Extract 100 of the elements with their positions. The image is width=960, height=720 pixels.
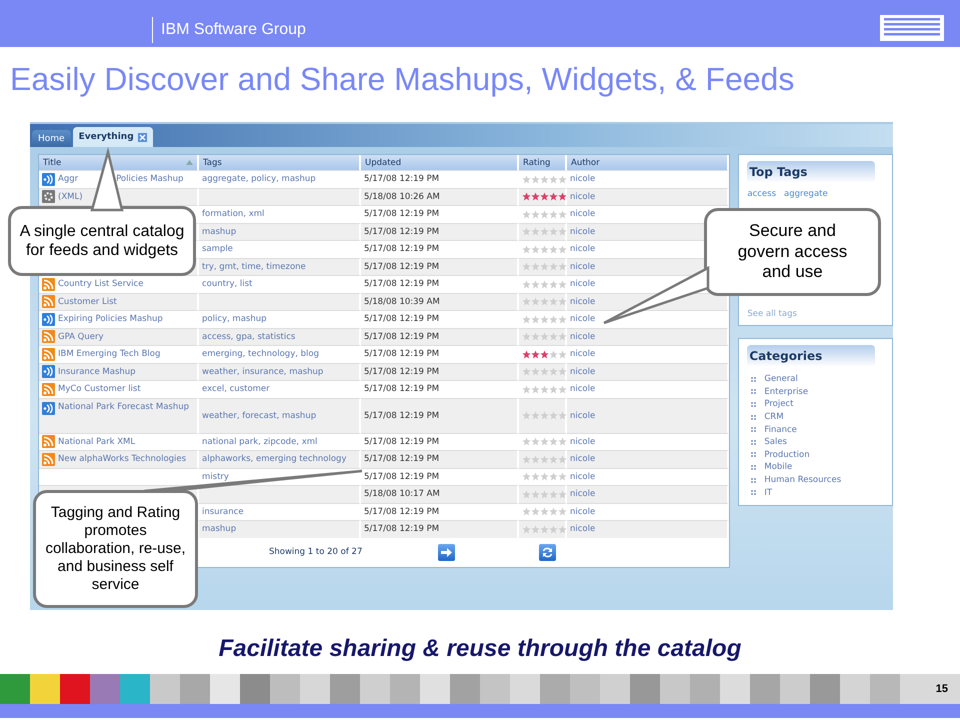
item-tags: aggregate, policy, mashup: [202, 174, 316, 184]
category-link[interactable]: Sales: [764, 437, 787, 448]
author-name[interactable]: nicole: [570, 314, 596, 324]
mashup-icon: [42, 402, 55, 414]
author-name[interactable]: nicole: [570, 454, 596, 464]
star-icon: [558, 411, 567, 420]
tab[interactable]: Everything: [72, 127, 153, 147]
author-name[interactable]: nicole: [570, 410, 596, 420]
star-icon: [540, 332, 549, 342]
author-name[interactable]: nicole: [570, 332, 596, 342]
star-icon: [540, 280, 549, 289]
star-icon: [531, 297, 540, 306]
next-page-button[interactable]: [438, 544, 456, 561]
star-rating[interactable]: [522, 244, 567, 254]
category-link[interactable]: IT: [764, 488, 772, 498]
item-title[interactable]: IBM Emerging Tech Blog: [58, 346, 160, 362]
author-name[interactable]: nicole: [570, 209, 596, 220]
item-title[interactable]: Insurance Mashup: [58, 364, 136, 380]
author-name[interactable]: nicole: [570, 366, 596, 377]
author-name[interactable]: nicole: [570, 174, 596, 184]
star-rating[interactable]: [522, 314, 567, 324]
star-rating[interactable]: [522, 280, 567, 289]
star-rating[interactable]: [522, 174, 567, 184]
star-rating[interactable]: [522, 411, 567, 420]
author-name[interactable]: nicole: [570, 226, 596, 237]
item-title[interactable]: Expiring Policies Mashup: [58, 311, 163, 328]
item-title[interactable]: GPA Query: [58, 328, 104, 345]
category-link[interactable]: Mobile: [764, 462, 792, 472]
star-icon: [558, 437, 567, 446]
group-name: IBM Software Group: [152, 16, 306, 42]
category-link[interactable]: Human Resources: [764, 475, 842, 486]
star-icon: [531, 314, 540, 324]
star-rating[interactable]: [522, 524, 567, 534]
star-icon: [522, 210, 531, 219]
item-title[interactable]: National Park Forecast Mashup: [58, 398, 190, 415]
updated-date: 5/17/08 12:19 PM: [364, 524, 440, 534]
item-title[interactable]: National Park XML: [58, 434, 136, 450]
author-name[interactable]: nicole: [570, 472, 596, 482]
star-rating[interactable]: [522, 332, 567, 342]
category-link[interactable]: Production: [764, 450, 810, 460]
item-title[interactable]: Country List Service: [58, 276, 144, 292]
tag-link[interactable]: access: [747, 189, 776, 199]
updated-date: 5/17/08 12:19 PM: [364, 332, 440, 342]
star-icon: [522, 332, 531, 342]
star-rating[interactable]: [522, 192, 567, 202]
close-icon[interactable]: [138, 132, 147, 142]
star-rating[interactable]: [522, 367, 567, 376]
category-link[interactable]: CRM: [764, 412, 784, 422]
item-tags: mistry: [202, 472, 229, 482]
star-rating[interactable]: [522, 384, 567, 394]
star-rating[interactable]: [522, 227, 567, 236]
item-title[interactable]: Policies Mashup: [116, 171, 184, 188]
item-title[interactable]: Customer List: [58, 294, 117, 310]
star-rating[interactable]: [522, 350, 567, 359]
star-rating[interactable]: [522, 507, 567, 516]
star-icon: [540, 524, 549, 534]
tag-link[interactable]: aggregate: [784, 189, 828, 199]
star-icon: [549, 280, 558, 289]
refresh-button[interactable]: [539, 544, 556, 561]
star-rating[interactable]: [522, 454, 567, 464]
category-link[interactable]: Finance: [764, 424, 797, 435]
star-rating[interactable]: [522, 490, 567, 499]
author-name[interactable]: nicole: [570, 192, 596, 202]
star-icon: [540, 192, 549, 202]
star-icon: [540, 314, 549, 324]
star-rating[interactable]: [522, 210, 567, 219]
author-name[interactable]: nicole: [570, 506, 596, 517]
star-icon: [531, 244, 540, 254]
refresh-icon: [542, 546, 554, 558]
updated-date: 5/17/08 12:19 PM: [364, 314, 440, 324]
item-title[interactable]: New alphaWorks Technologies: [58, 451, 186, 468]
star-rating[interactable]: [522, 472, 567, 482]
column-header[interactable]: Updated: [361, 155, 519, 170]
column-header[interactable]: Tags: [199, 155, 361, 170]
star-icon: [531, 350, 540, 359]
item-title[interactable]: (XML): [58, 188, 83, 205]
category-link[interactable]: Enterprise: [764, 386, 808, 397]
star-icon: [531, 262, 540, 272]
author-name[interactable]: nicole: [570, 384, 596, 394]
tab[interactable]: Home: [32, 130, 71, 147]
star-rating[interactable]: [522, 297, 567, 306]
author-name[interactable]: nicole: [570, 244, 596, 254]
author-name[interactable]: nicole: [570, 262, 596, 272]
author-name[interactable]: nicole: [570, 524, 596, 534]
author-name[interactable]: nicole: [570, 436, 596, 447]
see-all-tags-link[interactable]: See all tags: [747, 309, 876, 319]
author-name[interactable]: nicole: [570, 296, 596, 307]
author-name[interactable]: nicole: [570, 279, 596, 290]
category-link[interactable]: Project: [764, 399, 794, 410]
item-tags: country, list: [202, 279, 252, 290]
column-header[interactable]: Rating: [519, 155, 567, 170]
star-rating[interactable]: [522, 262, 567, 272]
column-header[interactable]: Author: [567, 155, 730, 170]
category-link[interactable]: General: [764, 374, 798, 384]
column-header[interactable]: Title: [39, 155, 199, 170]
item-title[interactable]: Aggr: [58, 171, 78, 188]
item-title[interactable]: MyCo Customer list: [58, 381, 141, 398]
star-rating[interactable]: [522, 437, 567, 446]
author-name[interactable]: nicole: [570, 489, 596, 500]
author-name[interactable]: nicole: [570, 349, 596, 360]
